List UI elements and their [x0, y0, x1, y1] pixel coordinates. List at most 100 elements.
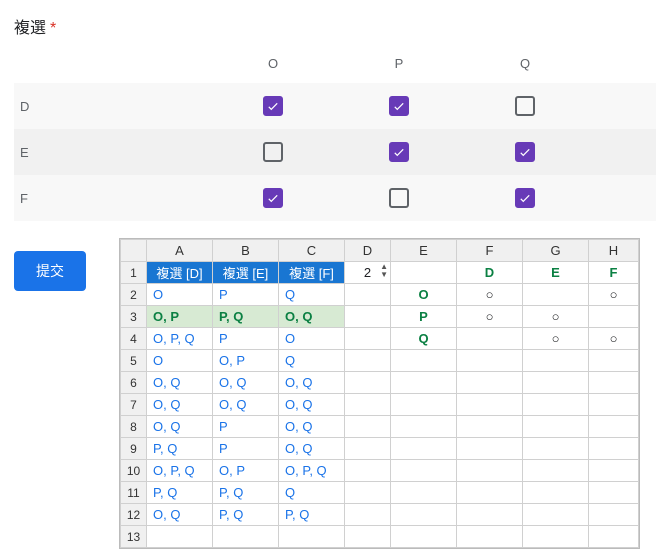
cell[interactable] [589, 504, 639, 526]
cell[interactable] [523, 460, 589, 482]
row-number[interactable]: 6 [121, 372, 147, 394]
cell[interactable]: ○ [457, 306, 523, 328]
cell[interactable]: P, Q [213, 504, 279, 526]
row-number[interactable]: 5 [121, 350, 147, 372]
cell[interactable] [589, 482, 639, 504]
col-header-g[interactable]: G [523, 240, 589, 262]
col-header-d[interactable]: D [345, 240, 391, 262]
cell[interactable]: O, Q [279, 372, 345, 394]
cell[interactable]: 複選 [F] [279, 262, 345, 284]
row-number[interactable]: 1 [121, 262, 147, 284]
cell[interactable] [589, 526, 639, 548]
cell[interactable] [589, 460, 639, 482]
cell[interactable]: O, P, Q [147, 460, 213, 482]
cell[interactable] [391, 438, 457, 460]
checkbox-d-q[interactable] [515, 96, 535, 116]
cell[interactable] [345, 350, 391, 372]
cell[interactable] [523, 350, 589, 372]
cell[interactable] [589, 306, 639, 328]
cell[interactable]: P [213, 438, 279, 460]
checkbox-f-q[interactable] [515, 188, 535, 208]
submit-button[interactable]: 提交 [14, 251, 86, 291]
cell[interactable]: ○ [457, 284, 523, 306]
cell[interactable]: O, P, Q [147, 328, 213, 350]
cell[interactable]: P [213, 328, 279, 350]
cell[interactable]: 複選 [E] [213, 262, 279, 284]
row-number[interactable]: 7 [121, 394, 147, 416]
cell[interactable]: O [391, 284, 457, 306]
cell[interactable] [345, 460, 391, 482]
cell[interactable] [213, 526, 279, 548]
cell[interactable] [391, 394, 457, 416]
cell[interactable]: P, Q [279, 504, 345, 526]
cell[interactable] [457, 482, 523, 504]
col-header-c[interactable]: C [279, 240, 345, 262]
cell[interactable]: P [213, 416, 279, 438]
cell[interactable]: 2▲▼ [345, 262, 391, 284]
checkbox-e-p[interactable] [389, 142, 409, 162]
row-number[interactable]: 11 [121, 482, 147, 504]
cell[interactable] [589, 394, 639, 416]
row-number[interactable]: 9 [121, 438, 147, 460]
cell[interactable] [345, 306, 391, 328]
cell[interactable] [345, 328, 391, 350]
cell[interactable] [589, 416, 639, 438]
cell[interactable] [345, 394, 391, 416]
cell[interactable]: Q [279, 482, 345, 504]
cell[interactable] [391, 526, 457, 548]
cell[interactable]: 複選 [D] [147, 262, 213, 284]
cell[interactable]: O, Q [213, 372, 279, 394]
cell[interactable] [523, 416, 589, 438]
cell[interactable] [391, 372, 457, 394]
cell[interactable] [345, 438, 391, 460]
cell[interactable] [345, 416, 391, 438]
cell[interactable] [523, 394, 589, 416]
cell[interactable]: ○ [523, 328, 589, 350]
cell[interactable] [391, 460, 457, 482]
col-header-a[interactable]: A [147, 240, 213, 262]
cell[interactable] [457, 416, 523, 438]
cell[interactable]: P, Q [213, 482, 279, 504]
cell[interactable] [391, 262, 457, 284]
checkbox-e-q[interactable] [515, 142, 535, 162]
cell[interactable] [589, 350, 639, 372]
cell[interactable]: ○ [589, 284, 639, 306]
cell[interactable] [457, 504, 523, 526]
cell[interactable] [589, 438, 639, 460]
cell[interactable]: P, Q [213, 306, 279, 328]
row-number[interactable]: 2 [121, 284, 147, 306]
cell[interactable]: O, P [213, 350, 279, 372]
col-header-h[interactable]: H [589, 240, 639, 262]
cell[interactable]: F [589, 262, 639, 284]
cell[interactable] [391, 350, 457, 372]
checkbox-f-p[interactable] [389, 188, 409, 208]
cell[interactable] [523, 438, 589, 460]
cell[interactable]: O, Q [213, 394, 279, 416]
cell[interactable] [457, 372, 523, 394]
cell[interactable]: P [391, 306, 457, 328]
cell[interactable]: O [279, 328, 345, 350]
cell[interactable] [523, 504, 589, 526]
cell[interactable]: O, Q [279, 438, 345, 460]
cell[interactable]: O, P [147, 306, 213, 328]
cell[interactable] [345, 504, 391, 526]
cell[interactable] [523, 372, 589, 394]
row-number[interactable]: 12 [121, 504, 147, 526]
cell[interactable] [391, 416, 457, 438]
cell[interactable]: O, Q [147, 394, 213, 416]
cell[interactable]: O, Q [279, 306, 345, 328]
cell[interactable]: P, Q [147, 438, 213, 460]
checkbox-e-o[interactable] [263, 142, 283, 162]
checkbox-f-o[interactable] [263, 188, 283, 208]
cell[interactable] [589, 372, 639, 394]
cell[interactable] [457, 460, 523, 482]
cell[interactable]: O, P [213, 460, 279, 482]
cell[interactable] [345, 372, 391, 394]
row-number[interactable]: 3 [121, 306, 147, 328]
cell[interactable] [147, 526, 213, 548]
cell[interactable]: O, Q [147, 504, 213, 526]
cell[interactable] [457, 526, 523, 548]
spinner-arrows-icon[interactable]: ▲▼ [380, 263, 388, 279]
col-header-f[interactable]: F [457, 240, 523, 262]
checkbox-d-p[interactable] [389, 96, 409, 116]
